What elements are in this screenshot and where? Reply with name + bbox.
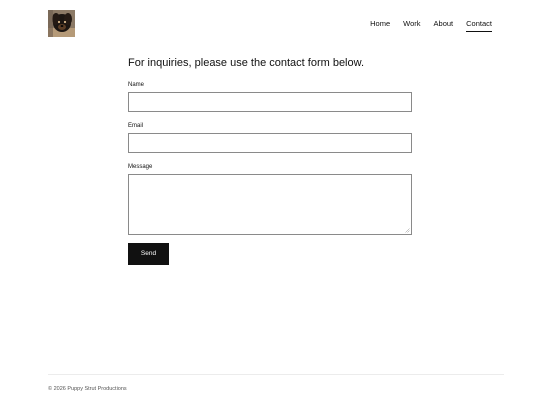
nav-about-link[interactable]: About — [434, 19, 454, 32]
footer-copyright: © 2026 Puppy Strut Productions — [48, 386, 127, 392]
resize-grip-icon[interactable] — [405, 228, 410, 233]
nav-contact-link[interactable]: Contact — [466, 19, 492, 32]
email-label: Email — [128, 123, 144, 129]
send-button[interactable]: Send — [128, 243, 169, 265]
message-label: Message — [128, 164, 153, 170]
message-textarea[interactable] — [128, 174, 412, 235]
page-heading: For inquiries, please use the contact fo… — [128, 57, 365, 69]
nav-work-link[interactable]: Work — [403, 19, 420, 32]
footer-divider — [48, 374, 504, 375]
contact-section: For inquiries, please use the contact fo… — [128, 57, 412, 265]
nav-home-link[interactable]: Home — [370, 19, 390, 32]
site-header: Home Work About Contact — [0, 0, 540, 48]
email-field[interactable] — [128, 133, 412, 153]
puppy-photo-icon — [48, 10, 75, 37]
name-field[interactable] — [128, 92, 412, 112]
name-label: Name — [128, 82, 145, 88]
main-nav: Home Work About Contact — [370, 19, 492, 32]
logo-puppy-photo-icon[interactable] — [48, 10, 75, 37]
